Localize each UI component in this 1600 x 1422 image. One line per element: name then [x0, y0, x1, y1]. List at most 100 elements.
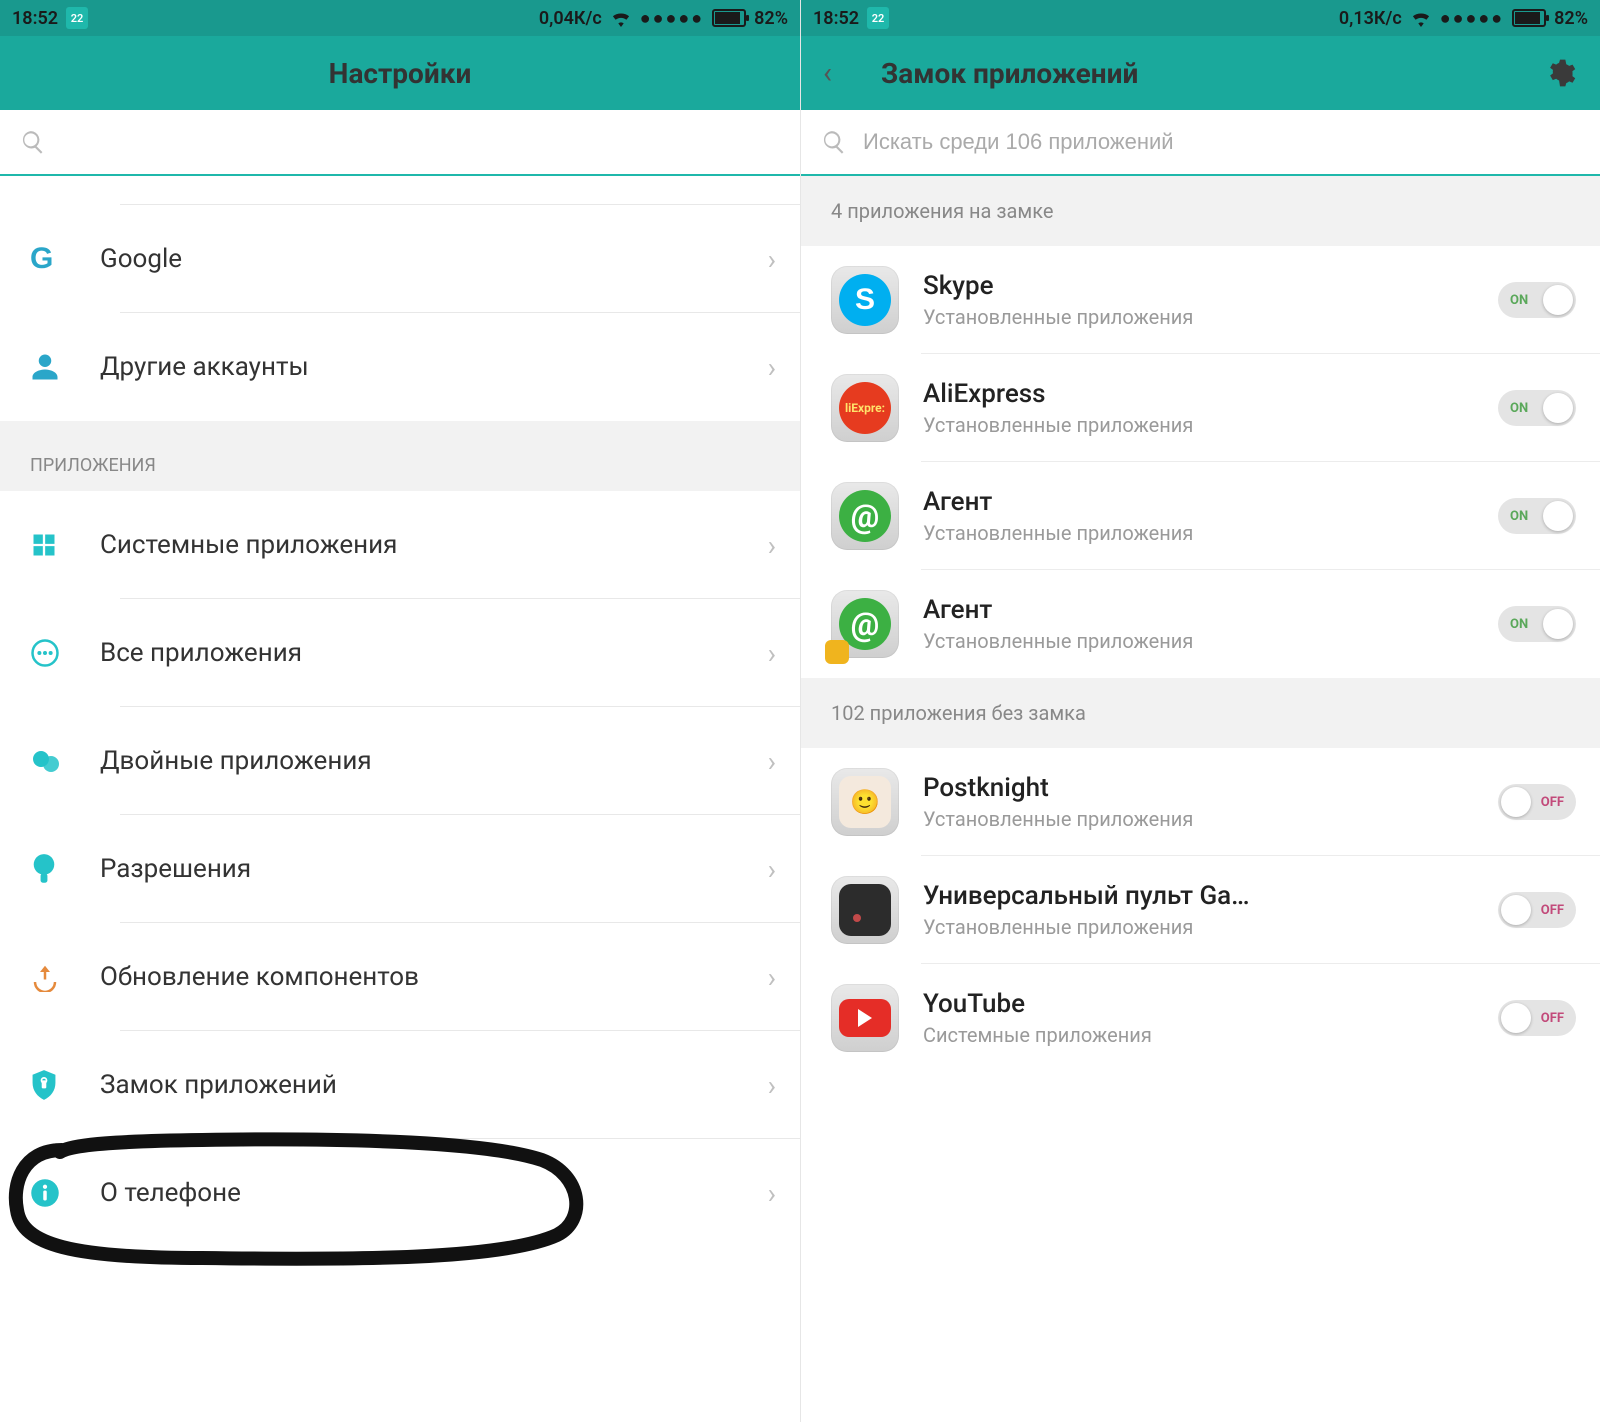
toggle-switch[interactable]: ON	[1498, 282, 1576, 318]
wifi-icon	[1410, 9, 1432, 27]
dual-circles-icon	[30, 747, 62, 775]
section-locked: 4 приложения на замке	[801, 176, 1600, 246]
status-bar: 18:52 22 0,13К/с ●●●●● 82%	[801, 0, 1600, 36]
status-battery-pct: 82%	[754, 8, 788, 29]
status-bar: 18:52 22 0,04К/с ●●●●● 82%	[0, 0, 800, 36]
row-google[interactable]: G Google ›	[0, 205, 800, 313]
row-about-phone[interactable]: О телефоне ›	[0, 1139, 800, 1247]
row-label: Все приложения	[100, 638, 768, 668]
app-icon-postknight: 🙂	[831, 768, 899, 836]
chevron-right-icon: ›	[768, 853, 776, 886]
settings-list[interactable]: G Google › Другие аккаунты › ПРИЛОЖЕНИЯ	[0, 176, 800, 1422]
app-name: AliExpress	[923, 379, 1343, 409]
screen-settings: 18:52 22 0,04К/с ●●●●● 82% Настройки	[0, 0, 800, 1422]
more-circle-icon	[30, 638, 60, 668]
section-header-apps: ПРИЛОЖЕНИЯ	[0, 421, 800, 491]
app-subtitle: Установленные приложения	[923, 305, 1498, 329]
app-subtitle: Установленные приложения	[923, 521, 1498, 545]
row-dual-apps[interactable]: Двойные приложения ›	[0, 707, 800, 815]
toggle-switch[interactable]: OFF	[1498, 892, 1576, 928]
chevron-right-icon: ›	[768, 243, 776, 276]
app-row-agent-2[interactable]: @ Агент Установленные приложения ON	[801, 570, 1600, 678]
app-icon-aliexpress: liExpre:	[831, 374, 899, 442]
upload-icon	[30, 962, 60, 992]
app-name: Агент	[923, 487, 1343, 517]
app-row-youtube[interactable]: YouTube Системные приложения OFF	[801, 964, 1600, 1072]
row-system-apps[interactable]: Системные приложения ›	[0, 491, 800, 599]
battery-icon	[1512, 9, 1546, 27]
search-bar[interactable]	[801, 110, 1600, 176]
shield-lock-icon	[30, 1069, 58, 1101]
row-label: О телефоне	[100, 1178, 768, 1208]
row-label: Google	[100, 244, 768, 274]
search-input[interactable]	[863, 129, 1580, 155]
toggle-switch[interactable]: ON	[1498, 498, 1576, 534]
row-label: Системные приложения	[100, 530, 768, 560]
screen-app-lock: 18:52 22 0,13К/с ●●●●● 82% ‹ Замок прило…	[800, 0, 1600, 1422]
page-title: Настройки	[329, 57, 472, 90]
google-icon: G	[30, 242, 53, 276]
app-row-skype[interactable]: S Skype Установленные приложения ON	[801, 246, 1600, 354]
wifi-icon	[610, 9, 632, 27]
app-name: YouTube	[923, 989, 1343, 1019]
app-subtitle: Установленные приложения	[923, 629, 1498, 653]
app-name: Агент	[923, 595, 1343, 625]
toggle-switch[interactable]: OFF	[1498, 1000, 1576, 1036]
app-row-aliexpress[interactable]: liExpre: AliExpress Установленные прилож…	[801, 354, 1600, 462]
signal-dots-icon: ●●●●●	[640, 8, 704, 29]
app-icon-remote	[831, 876, 899, 944]
chevron-right-icon: ›	[768, 351, 776, 384]
page-title: Замок приложений	[881, 57, 1138, 90]
row-component-update[interactable]: Обновление компонентов ›	[0, 923, 800, 1031]
row-label: Другие аккаунты	[100, 352, 768, 382]
search-icon	[20, 129, 46, 155]
battery-icon	[712, 9, 746, 27]
status-battery-pct: 82%	[1554, 8, 1588, 29]
row-label: Разрешения	[100, 854, 768, 884]
status-time: 18:52	[12, 8, 58, 29]
grid-icon	[30, 531, 58, 559]
person-icon	[30, 352, 60, 382]
header: ‹ Замок приложений	[801, 36, 1600, 110]
row-all-apps[interactable]: Все приложения ›	[0, 599, 800, 707]
row-other-accounts[interactable]: Другие аккаунты ›	[0, 313, 800, 421]
calendar-badge-icon: 22	[867, 7, 889, 29]
row-app-lock[interactable]: Замок приложений ›	[0, 1031, 800, 1139]
calendar-badge-icon: 22	[66, 7, 88, 29]
row-label: Двойные приложения	[100, 746, 768, 776]
search-bar[interactable]	[0, 110, 800, 176]
app-subtitle: Установленные приложения	[923, 807, 1498, 831]
chevron-right-icon: ›	[768, 745, 776, 778]
info-icon	[30, 1178, 60, 1208]
row-permissions[interactable]: Разрешения ›	[0, 815, 800, 923]
chevron-right-icon: ›	[768, 529, 776, 562]
search-input[interactable]	[62, 129, 780, 155]
app-icon-youtube	[831, 984, 899, 1052]
toggle-switch[interactable]: ON	[1498, 606, 1576, 642]
status-time: 18:52	[813, 8, 859, 29]
search-icon	[821, 129, 847, 155]
toggle-switch[interactable]: OFF	[1498, 784, 1576, 820]
section-unlocked: 102 приложения без замка	[801, 678, 1600, 748]
app-icon-agent-dual: @	[831, 590, 899, 658]
app-subtitle: Установленные приложения	[923, 413, 1498, 437]
app-subtitle: Системные приложения	[923, 1023, 1498, 1047]
settings-gear-button[interactable]	[1544, 57, 1576, 89]
chevron-right-icon: ›	[768, 637, 776, 670]
dual-app-badge-icon	[825, 640, 849, 664]
app-lock-list[interactable]: 4 приложения на замке S Skype Установлен…	[801, 176, 1600, 1422]
app-icon-agent: @	[831, 482, 899, 550]
app-row-postknight[interactable]: 🙂 Postknight Установленные приложения OF…	[801, 748, 1600, 856]
app-row-universal-remote[interactable]: Универсальный пульт Ga… Установленные пр…	[801, 856, 1600, 964]
app-subtitle: Установленные приложения	[923, 915, 1498, 939]
signal-dots-icon: ●●●●●	[1440, 8, 1504, 29]
app-row-agent-1[interactable]: @ Агент Установленные приложения ON	[801, 462, 1600, 570]
row-label: Обновление компонентов	[100, 962, 768, 992]
row-label: Замок приложений	[100, 1070, 768, 1100]
status-speed: 0,13К/с	[1339, 8, 1402, 29]
back-button[interactable]: ‹	[823, 56, 832, 91]
toggle-switch[interactable]: ON	[1498, 390, 1576, 426]
badge-icon	[30, 853, 58, 885]
app-name: Универсальный пульт Ga…	[923, 881, 1343, 911]
app-name: Postknight	[923, 773, 1343, 803]
